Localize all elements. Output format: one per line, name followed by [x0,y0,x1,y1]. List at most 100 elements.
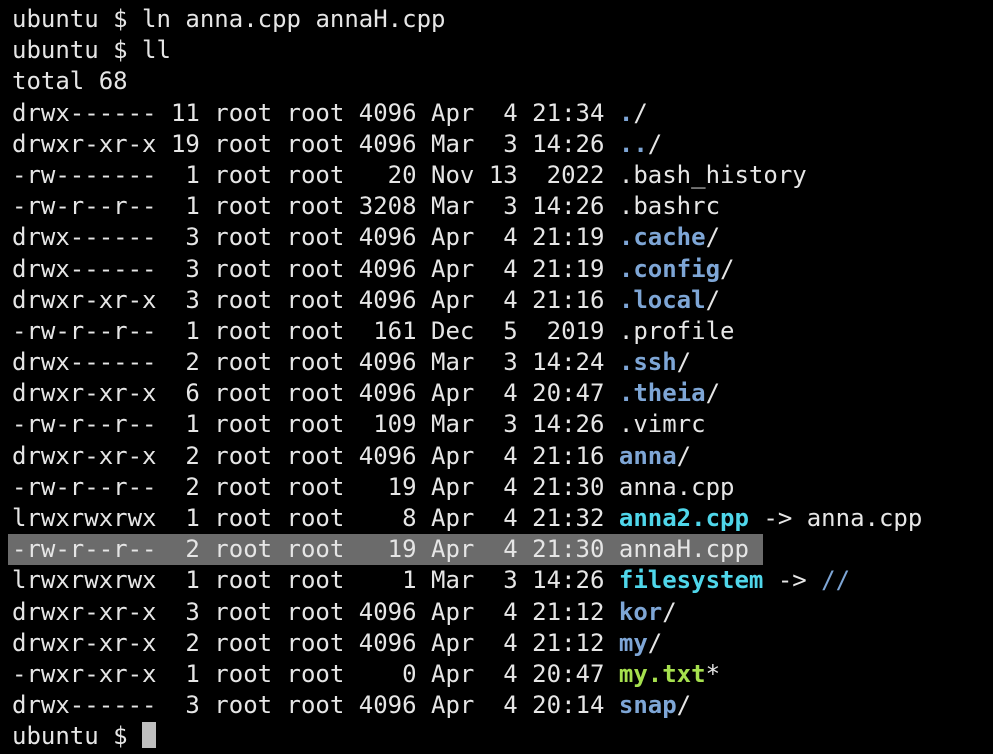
listing-row-content: drwxr-xr-x 6 root root 4096 Apr 4 20:47 … [12,379,720,407]
listing-row: drwx------ 3 root root 4096 Apr 4 21:19 … [12,222,993,253]
file-name[interactable]: .cache [619,223,706,251]
listing-row: -rw-r--r-- 1 root root 161 Dec 5 2019 .p… [12,316,993,347]
prompt: ubuntu $ [12,722,128,751]
link-target: anna.cpp [806,504,923,532]
listing-row-content: -rw-r--r-- 1 root root 161 Dec 5 2019 .p… [12,317,734,345]
file-suffix: / [676,441,692,470]
listing-row: drwx------ 11 root root 4096 Apr 4 21:34… [12,98,993,129]
listing-row: drwx------ 2 root root 4096 Mar 3 14:24 … [12,347,993,378]
file-suffix: -> [763,566,822,595]
file-name[interactable]: .local [619,286,706,314]
file-name[interactable]: my.txt [619,660,706,688]
directory-listing: drwx------ 11 root root 4096 Apr 4 21:34… [8,98,993,722]
file-metadata: drwxr-xr-x 2 root root 4096 Apr 4 21:16 [12,441,619,470]
file-suffix: / [676,691,692,720]
listing-row: lrwxrwxrwx 1 root root 8 Apr 4 21:32 ann… [12,503,993,534]
listing-row: drwx------ 3 root root 4096 Apr 4 21:19 … [12,254,993,285]
file-suffix: / [705,285,721,314]
listing-row-content: lrwxrwxrwx 1 root root 8 Apr 4 21:32 ann… [12,504,922,532]
listing-row-content: drwx------ 11 root root 4096 Apr 4 21:34… [12,99,648,127]
file-metadata: -rw-r--r-- 2 root root 19 Apr 4 21:30 [12,472,619,501]
file-metadata: drwxr-xr-x 2 root root 4096 Apr 4 21:12 [12,628,619,657]
listing-row: drwxr-xr-x 2 root root 4096 Apr 4 21:16 … [12,441,993,472]
file-suffix: / [676,348,692,377]
file-metadata: drwxr-xr-x 3 root root 4096 Apr 4 21:12 [12,597,619,626]
command-text: ln anna.cpp annaH.cpp [142,5,446,33]
file-suffix: -> [748,504,807,532]
file-metadata: drwxr-xr-x 6 root root 4096 Apr 4 20:47 [12,379,619,408]
file-name[interactable]: .vimrc [619,410,706,438]
command-text: ll [142,36,171,65]
listing-row-content: -rw------- 1 root root 20 Nov 13 2022 .b… [12,161,807,189]
listing-row: -rw------- 1 root root 20 Nov 13 2022 .b… [12,160,993,191]
listing-row-content: drwx------ 3 root root 4096 Apr 4 21:19 … [12,223,720,251]
file-name[interactable]: .. [619,130,648,158]
listing-row: -rw-r--r-- 1 root root 109 Mar 3 14:26 .… [12,409,993,440]
file-metadata: -rw-r--r-- 1 root root 3208 Mar 3 14:26 [12,192,619,221]
listing-row-content: -rw-r--r-- 1 root root 109 Mar 3 14:26 .… [12,410,706,438]
file-metadata: -rw-r--r-- 2 root root 19 Apr 4 21:30 [12,535,619,564]
listing-row-content: -rw-r--r-- 2 root root 19 Apr 4 21:30 an… [12,473,734,501]
listing-row-content: drwxr-xr-x 2 root root 4096 Apr 4 21:16 … [12,442,691,470]
listing-row: drwxr-xr-x 3 root root 4096 Apr 4 21:16 … [12,285,993,316]
file-name[interactable]: . [619,99,633,127]
file-name[interactable]: .ssh [619,348,677,376]
file-name[interactable]: .bashrc [619,192,720,220]
listing-row: drwxr-xr-x 3 root root 4096 Apr 4 21:12 … [12,597,993,628]
command-line-1: ubuntu $ ln anna.cpp annaH.cpp [12,4,993,35]
terminal-window[interactable]: ubuntu $ ln anna.cpp annaH.cpp ubuntu $ … [0,4,993,754]
listing-row-content: lrwxrwxrwx 1 root root 1 Mar 3 14:26 fil… [12,566,850,594]
listing-row: -rw-r--r-- 1 root root 3208 Mar 3 14:26 … [12,191,993,222]
file-metadata: -rwxr-xr-x 1 root root 0 Apr 4 20:47 [12,659,619,688]
file-name[interactable]: filesystem [619,566,764,594]
selected-row-highlight[interactable]: -rw-r--r-- 2 root root 19 Apr 4 21:30 an… [8,534,763,566]
file-metadata: drwxr-xr-x 19 root root 4096 Mar 3 14:26 [12,129,619,158]
file-suffix: / [647,129,663,158]
file-suffix: * [705,659,721,688]
listing-row-content: drwx------ 2 root root 4096 Mar 3 14:24 … [12,348,691,376]
listing-row: -rw-r--r-- 2 root root 19 Apr 4 21:30 an… [12,472,993,503]
file-name[interactable]: .theia [619,379,706,407]
listing-row: -rwxr-xr-x 1 root root 0 Apr 4 20:47 my.… [12,659,993,690]
file-metadata: -rw------- 1 root root 20 Nov 13 2022 [12,160,619,189]
listing-row: drwx------ 3 root root 4096 Apr 4 20:14 … [12,690,993,721]
file-name[interactable]: annaH.cpp [619,535,749,563]
link-target: // [821,566,851,595]
file-metadata: drwx------ 3 root root 4096 Apr 4 20:14 [12,691,619,720]
file-name[interactable]: anna.cpp [619,473,735,501]
listing-row-content: drwxr-xr-x 3 root root 4096 Apr 4 21:12 … [12,598,677,626]
file-name[interactable]: snap [619,691,677,719]
listing-row: drwxr-xr-x 2 root root 4096 Apr 4 21:12 … [12,628,993,659]
file-metadata: drwx------ 2 root root 4096 Mar 3 14:24 [12,348,619,377]
file-suffix: / [633,98,648,127]
listing-row-content: drwxr-xr-x 19 root root 4096 Mar 3 14:26… [12,130,662,158]
file-name[interactable]: .profile [619,317,735,345]
file-metadata: -rw-r--r-- 1 root root 161 Dec 5 2019 [12,316,619,345]
listing-row-content: drwx------ 3 root root 4096 Apr 4 20:14 … [12,691,691,719]
file-suffix: / [705,379,721,408]
file-metadata: drwx------ 3 root root 4096 Apr 4 21:19 [12,254,619,283]
file-metadata: drwx------ 3 root root 4096 Apr 4 21:19 [12,223,619,252]
file-name[interactable]: .bash_history [619,161,807,189]
prompt: ubuntu $ [12,5,128,33]
file-metadata: -rw-r--r-- 1 root root 109 Mar 3 14:26 [12,410,619,439]
file-name[interactable]: kor [619,598,662,626]
file-name[interactable]: .config [619,255,720,283]
file-name[interactable]: anna [619,442,677,470]
file-suffix: / [720,254,735,283]
file-suffix: / [662,597,677,626]
current-prompt-line[interactable]: ubuntu $ [12,721,993,752]
listing-row-content: drwxr-xr-x 2 root root 4096 Apr 4 21:12 … [12,629,662,657]
file-name[interactable]: anna2.cpp [619,504,749,532]
listing-row-content: drwxr-xr-x 3 root root 4096 Apr 4 21:16 … [12,286,720,314]
text-cursor[interactable] [142,722,157,749]
file-suffix: / [705,223,721,252]
listing-row: lrwxrwxrwx 1 root root 1 Mar 3 14:26 fil… [12,565,993,596]
file-metadata: drwxr-xr-x 3 root root 4096 Apr 4 21:16 [12,285,619,314]
listing-row: -rw-r--r-- 2 root root 19 Apr 4 21:30 an… [8,534,993,566]
listing-row-content: -rw-r--r-- 1 root root 3208 Mar 3 14:26 … [12,192,720,220]
file-metadata: lrwxrwxrwx 1 root root 8 Apr 4 21:32 [12,504,619,532]
file-metadata: lrwxrwxrwx 1 root root 1 Mar 3 14:26 [12,566,619,595]
file-name[interactable]: my [619,629,648,657]
listing-row: drwxr-xr-x 6 root root 4096 Apr 4 20:47 … [12,378,993,409]
